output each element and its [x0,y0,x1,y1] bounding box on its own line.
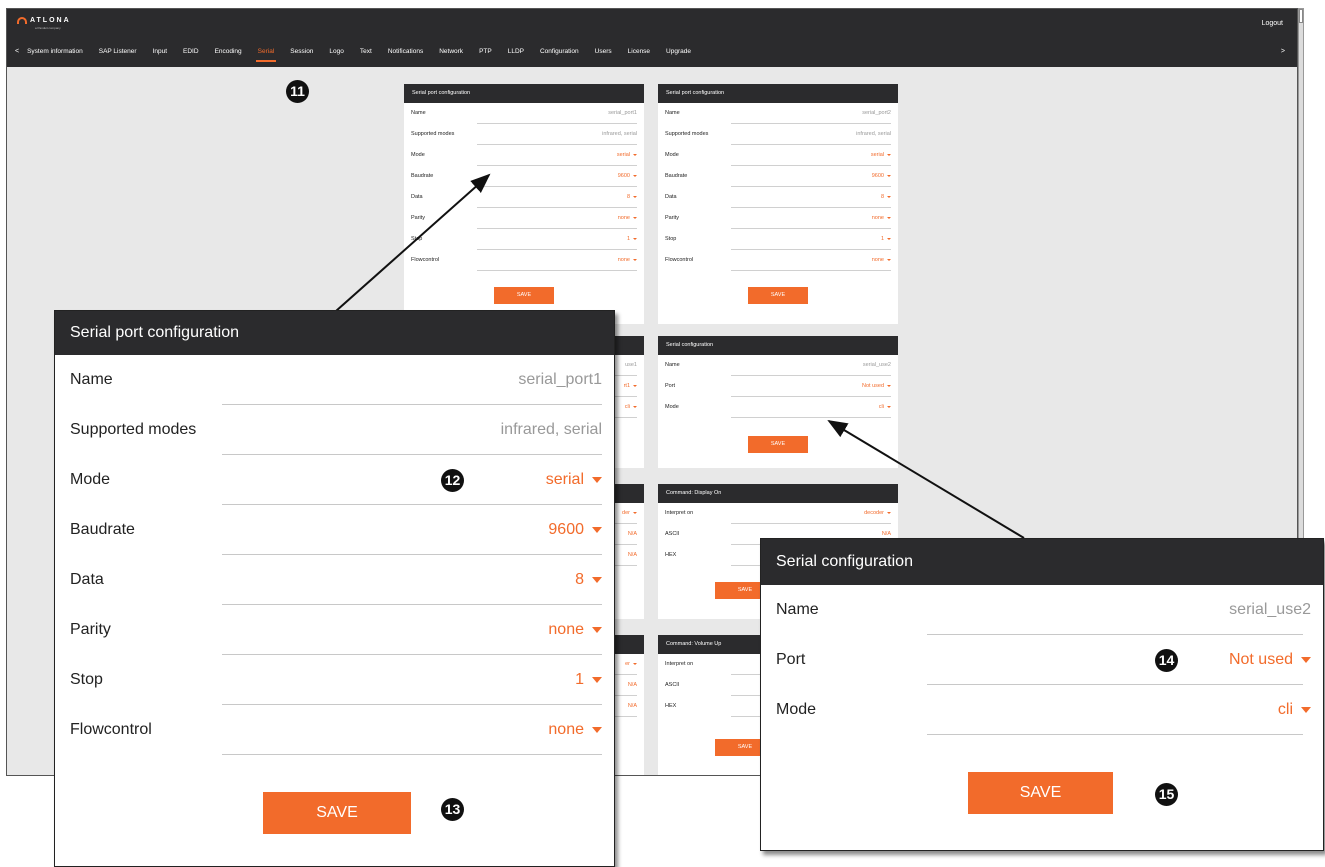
row-baudrate: Baudrate 9600 [55,505,614,555]
card-title: Serial configuration [761,539,1323,585]
row-supported-modes: Supported modes infrared, serial [55,405,614,455]
mode-select[interactable]: serial [546,471,602,489]
field-label: Mode [70,471,111,488]
arrow-to-use2 [827,419,1025,539]
parity-select[interactable]: none [548,621,602,639]
mode-select[interactable]: cli [1278,701,1311,719]
row-data: Data 8 [55,555,614,605]
callout-13: 13 [441,798,464,821]
baudrate-select[interactable]: 9600 [548,521,602,539]
row-port: Port Not used [761,635,1323,685]
row-mode: Mode serial [55,455,614,505]
field-label: Flowcontrol [70,721,152,738]
flowcontrol-select[interactable]: none [548,721,602,739]
callout-14: 14 [1155,649,1178,672]
row-name: Name serial_port1 [55,355,614,405]
field-label: Name [776,601,819,618]
field-label: Name [70,371,113,388]
chevron-down-icon [592,576,602,583]
stop-select[interactable]: 1 [575,671,602,689]
chevron-down-icon [592,526,602,533]
row-parity: Parity none [55,605,614,655]
chevron-down-icon [1301,706,1311,713]
chevron-down-icon [1301,656,1311,663]
supported-modes-value: infrared, serial [500,421,602,438]
card-title: Serial port configuration [55,311,614,355]
callout-11: 11 [286,80,309,103]
port-select[interactable]: Not used [1229,651,1311,669]
name-value: serial_port1 [518,371,602,388]
field-label: Mode [776,701,817,718]
save-button[interactable]: SAVE [968,772,1113,814]
chevron-down-icon [592,626,602,633]
data-select[interactable]: 8 [575,571,602,589]
callout-12: 12 [441,469,464,492]
documentation-figure: ATLONA a Panduit company Logout < System… [0,0,1325,867]
row-name: Name serial_use2 [761,585,1323,635]
field-label: Port [776,651,806,668]
field-label: Supported modes [70,421,197,438]
save-button[interactable]: SAVE [263,792,411,834]
chevron-down-icon [592,676,602,683]
field-label: Stop [70,671,103,688]
row-mode: Mode cli [761,685,1323,735]
serial-config-zoom: Serial configuration Name serial_use2 Por… [760,538,1324,851]
chevron-down-icon [592,726,602,733]
name-value: serial_use2 [1229,601,1311,618]
field-label: Parity [70,621,111,638]
field-label: Data [70,571,104,588]
field-label: Baudrate [70,521,135,538]
serial-port-config-zoom: Serial port configuration Name serial_por… [54,310,615,867]
callout-15: 15 [1155,783,1178,806]
arrow-to-port1 [335,173,491,312]
chevron-down-icon [592,476,602,483]
row-stop: Stop 1 [55,655,614,705]
row-flowcontrol: Flowcontrol none [55,705,614,755]
